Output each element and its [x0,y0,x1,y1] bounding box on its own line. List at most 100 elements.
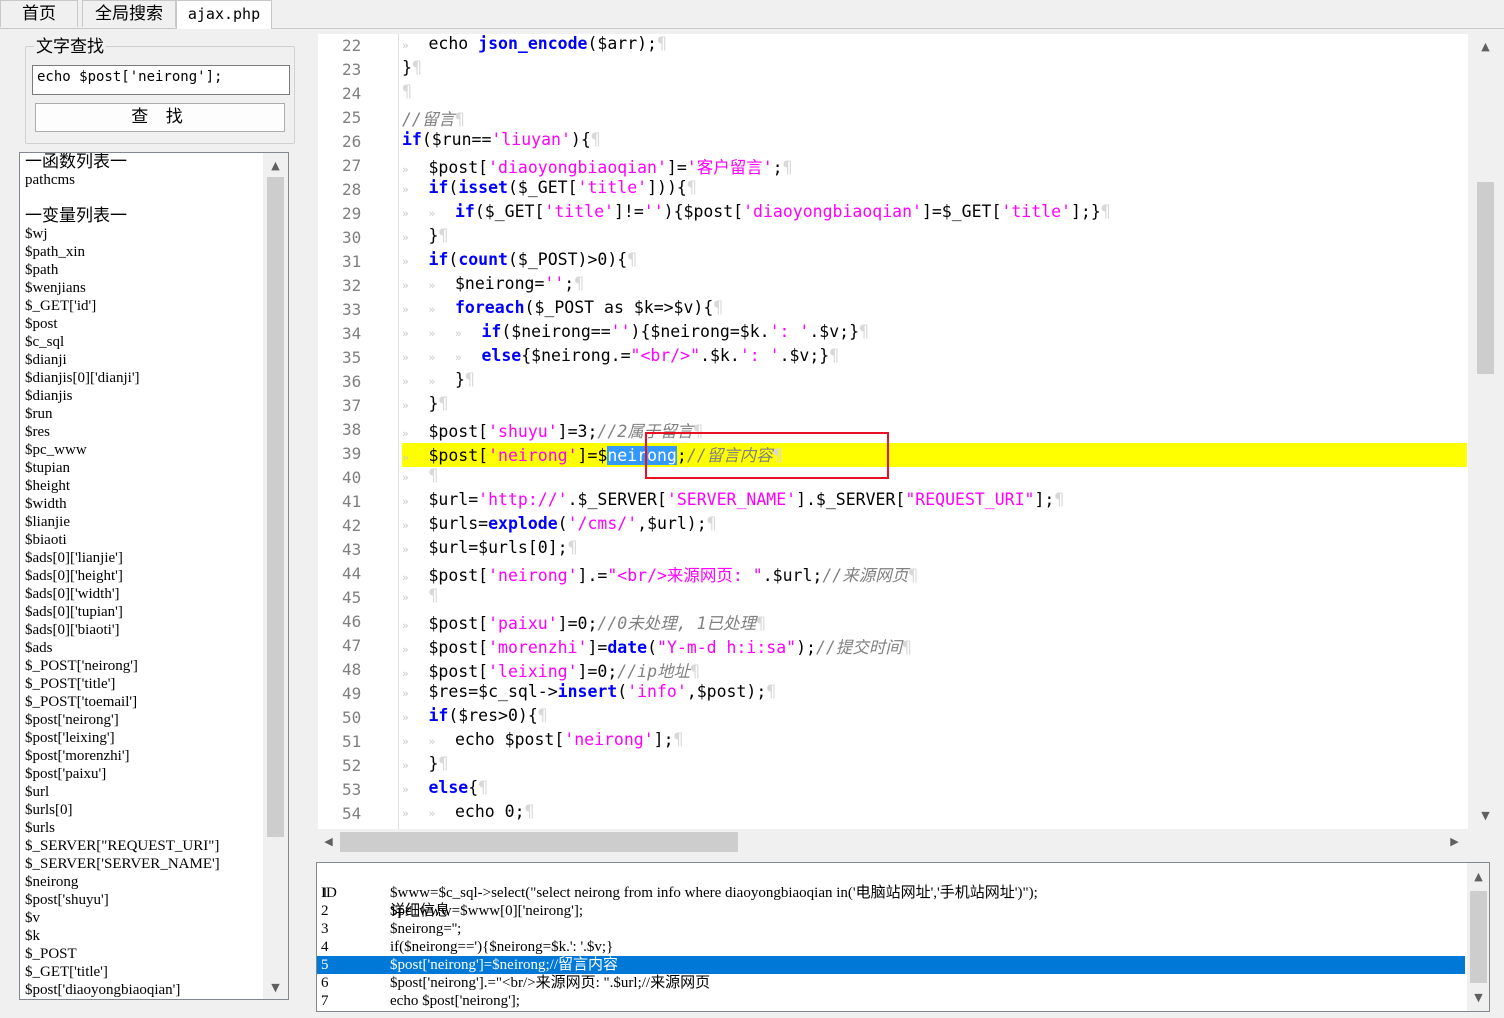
editor-horizontal-scrollbar[interactable]: ◀ ▶ [318,830,1468,854]
result-id: 1 [321,885,329,901]
variable-item[interactable]: $ads[0]['width'] [25,585,265,603]
line-number: 50 [342,708,362,727]
code-line-24: ¶ [402,82,412,101]
variable-item[interactable]: $res [25,423,265,441]
variable-item[interactable]: $ads[0]['lianjie'] [25,549,265,567]
variable-item[interactable]: $post [25,315,265,333]
function-item[interactable]: pathcms [25,171,265,189]
variable-item[interactable]: $width [25,495,265,513]
scroll-down-icon[interactable]: ▼ [267,979,284,996]
variable-item[interactable]: $_SERVER['SERVER_NAME'] [25,855,265,873]
code-line-29: » » if($_GET['title']!=''){$post['diaoyo… [402,202,1111,221]
symbol-list-scrollbar[interactable]: ▲ ▼ [263,153,288,999]
variable-item[interactable]: $ads[0]['biaoti'] [25,621,265,639]
variable-item[interactable]: $urls[0] [25,801,265,819]
variable-item[interactable]: $biaoti [25,531,265,549]
variables-header: 一变量列表一 [25,206,127,225]
variable-item[interactable]: $post['morenzhi'] [25,747,265,765]
variable-item[interactable]: $c_sql [25,333,265,351]
tab-ajax-php[interactable]: ajax.php [176,0,272,29]
result-row[interactable]: 2 $pc_www=$www[0]['neirong']; [317,902,1465,920]
result-row[interactable]: 4 if($neirong=='){$neirong=$k.': '.$v;} [317,938,1465,956]
variable-item[interactable]: $url [25,783,265,801]
variable-item[interactable]: $_POST['title'] [25,675,265,693]
variable-item[interactable]: $lianjie [25,513,265,531]
scroll-left-icon[interactable]: ◀ [320,833,337,850]
functions-header: 一函数列表一 [25,152,127,171]
variable-item[interactable]: $urls [25,819,265,837]
code-editor[interactable]: 22 23 24 25 26 27 28 29 30 31 32 33 34 35 36 37 38 39 40 41… [318,34,1503,829]
search-results-list[interactable]: ID 详细信息 1 $www=$c_sql->select("select nei… [316,862,1490,1012]
scroll-right-icon[interactable]: ▶ [1446,833,1463,850]
result-row[interactable]: 7 echo $post['neirong']; [317,992,1465,1010]
line-number: 42 [342,516,362,535]
variable-item[interactable]: $wenjians [25,279,265,297]
code-line-49: » $res=$c_sql->insert('info',$post);¶ [402,682,777,701]
variable-item[interactable]: $dianjis [25,387,265,405]
scroll-thumb[interactable] [267,177,284,837]
variable-item[interactable]: $pc_www [25,441,265,459]
line-number: 31 [342,252,362,271]
scroll-up-icon[interactable]: ▲ [1470,868,1487,885]
line-number: 26 [342,132,362,151]
variable-item[interactable]: $k [25,927,265,945]
code-line-28: » if(isset($_GET['title'])){¶ [402,178,697,197]
variable-item[interactable]: $post['leixing'] [25,729,265,747]
line-number: 37 [342,396,362,415]
variable-item[interactable]: $_POST['toemail'] [25,693,265,711]
line-number: 51 [342,732,362,751]
variable-item[interactable]: $path_xin [25,243,265,261]
symbol-list[interactable]: 一函数列表一 pathcms 一变量列表一 $wj $path_xin $path $… [19,152,289,1000]
scroll-down-icon[interactable]: ▼ [1477,807,1494,824]
scroll-up-icon[interactable]: ▲ [1477,38,1494,55]
symbol-list-content: 一函数列表一 pathcms 一变量列表一 $wj $path_xin $path $… [25,153,265,999]
line-number: 29 [342,204,362,223]
scroll-up-icon[interactable]: ▲ [267,157,284,174]
variable-item[interactable]: $_POST['neirong'] [25,657,265,675]
variable-item[interactable]: $path [25,261,265,279]
variable-item[interactable]: $ads[0]['height'] [25,567,265,585]
line-number: 43 [342,540,362,559]
result-row[interactable]: 1 $www=$c_sql->select("select neirong fro… [317,884,1465,902]
variable-item[interactable]: $tupian [25,459,265,477]
find-button[interactable]: 查 找 [35,103,285,132]
line-number: 49 [342,684,362,703]
code-line-37: » }¶ [402,394,449,413]
scroll-down-icon[interactable]: ▼ [1470,989,1487,1006]
result-row[interactable]: 5 $post['neirong']=$neirong;//留言内容 [317,956,1465,974]
line-number: 24 [342,84,362,103]
variable-item[interactable]: $post['diaoyongbiaoqian'] [25,981,265,999]
variable-item[interactable]: $v [25,909,265,927]
scroll-thumb[interactable] [1470,891,1487,983]
search-input[interactable]: echo $post['neirong']; [32,65,290,95]
variable-item[interactable]: $run [25,405,265,423]
variable-item[interactable]: $post['neirong'] [25,711,265,729]
variable-item[interactable]: $wj [25,225,265,243]
variable-item[interactable]: $_POST [25,945,265,963]
code-line-35: » » » else{$neirong.="<br/>".$k.': '.$v;… [402,346,840,365]
variable-item[interactable]: $dianjis[0]['dianji'] [25,369,265,387]
variable-item[interactable]: $dianji [25,351,265,369]
scroll-thumb[interactable] [340,832,738,852]
variable-item[interactable]: $_SERVER["REQUEST_URI"] [25,837,265,855]
variable-item[interactable]: $ads [25,639,265,657]
variable-item[interactable]: $post['shuyu'] [25,891,265,909]
variable-item[interactable]: $_GET['title'] [25,963,265,981]
result-row[interactable]: 6 $post['neirong'].="<br/>来源网页: ".$url;//… [317,974,1465,992]
line-number: 33 [342,300,362,319]
result-text: $neirong=''; [390,921,462,937]
tab-global-search[interactable]: 全局搜索 [82,0,176,27]
line-number: 25 [342,108,362,127]
variable-item[interactable]: $neirong [25,873,265,891]
line-number: 27 [342,156,362,175]
results-scrollbar[interactable]: ▲ ▼ [1467,863,1489,1011]
variable-item[interactable]: $_GET['id'] [25,297,265,315]
editor-vertical-scrollbar[interactable]: ▲ ▼ [1468,34,1503,829]
tab-home[interactable]: 首页 [0,0,78,27]
variable-item[interactable]: $height [25,477,265,495]
result-row[interactable]: 3 $neirong=''; [317,920,1465,938]
variable-item[interactable]: $ads[0]['tupian'] [25,603,265,621]
variable-item[interactable]: $post['paixu'] [25,765,265,783]
scroll-thumb[interactable] [1477,182,1494,374]
code-line-45: » ¶ [402,586,439,605]
